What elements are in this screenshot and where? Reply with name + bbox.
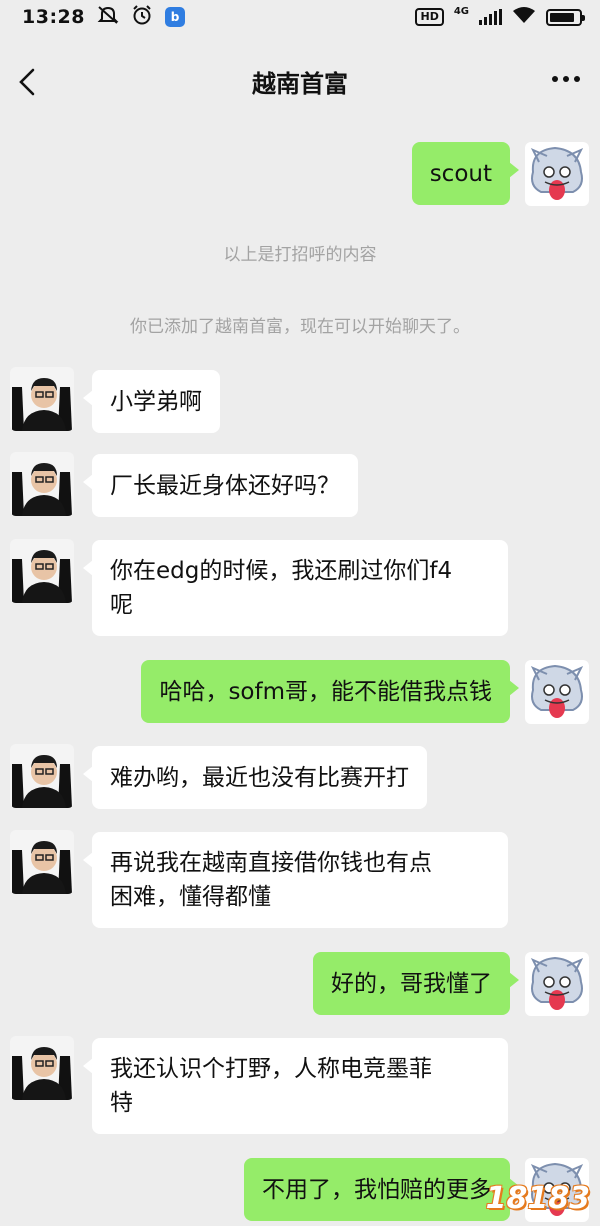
message-bubble-incoming[interactable]: 再说我在越南直接借你钱也有点 困难，懂得都懂 xyxy=(83,832,508,928)
message-bubble-incoming[interactable]: 小学弟啊 xyxy=(83,370,220,433)
message-bubble-incoming[interactable]: 你在edg的时候，我还刷过你们f4 呢 xyxy=(83,540,508,636)
signal-icon xyxy=(479,9,502,25)
my-avatar[interactable] xyxy=(525,952,589,1016)
message-bubble-incoming[interactable]: 我还认识个打野，人称电竞墨菲 特 xyxy=(83,1038,508,1134)
message-bubble-incoming[interactable]: 难办哟，最近也没有比赛开打 xyxy=(83,746,427,809)
status-time: 13:28 xyxy=(22,6,85,28)
message-bubble-incoming[interactable]: 厂长最近身体还好吗？ xyxy=(83,454,358,517)
app-notification-icon: b xyxy=(164,7,185,27)
contact-avatar[interactable] xyxy=(10,1036,74,1100)
more-dot-icon xyxy=(552,76,558,82)
chevron-left-icon xyxy=(19,68,35,96)
mute-icon xyxy=(97,5,119,30)
alarm-icon xyxy=(131,4,153,31)
status-bar: 13:28 b HD 4G xyxy=(0,0,600,34)
network-type: 4G xyxy=(453,5,469,17)
contact-avatar[interactable] xyxy=(10,367,74,431)
back-button[interactable] xyxy=(14,62,44,102)
hd-badge: HD xyxy=(415,8,444,26)
chat-header: 越南首富 xyxy=(0,40,600,122)
more-dot-icon xyxy=(563,76,569,82)
more-dot-icon xyxy=(574,76,580,82)
added-friend-note: 你已添加了越南首富，现在可以开始聊天了。 xyxy=(130,317,470,337)
site-watermark: 18183 xyxy=(485,1181,590,1216)
greeting-note: 以上是打招呼的内容 xyxy=(223,245,377,265)
contact-avatar[interactable] xyxy=(10,744,74,808)
contact-avatar[interactable] xyxy=(10,452,74,516)
message-bubble-outgoing[interactable]: 哈哈，sofm哥，能不能借我点钱 xyxy=(141,660,519,723)
message-bubble-outgoing[interactable]: 不用了，我怕赔的更多 xyxy=(244,1158,519,1221)
my-avatar[interactable] xyxy=(525,142,589,206)
contact-avatar[interactable] xyxy=(10,830,74,894)
message-bubble-outgoing[interactable]: scout xyxy=(411,142,520,205)
my-avatar[interactable] xyxy=(525,660,589,724)
battery-icon xyxy=(546,8,585,26)
contact-avatar[interactable] xyxy=(10,539,74,603)
more-options-button[interactable] xyxy=(552,76,580,82)
chat-title: 越南首富 xyxy=(252,69,348,98)
message-bubble-outgoing[interactable]: 好的，哥我懂了 xyxy=(313,952,519,1015)
wifi-icon xyxy=(512,6,536,29)
